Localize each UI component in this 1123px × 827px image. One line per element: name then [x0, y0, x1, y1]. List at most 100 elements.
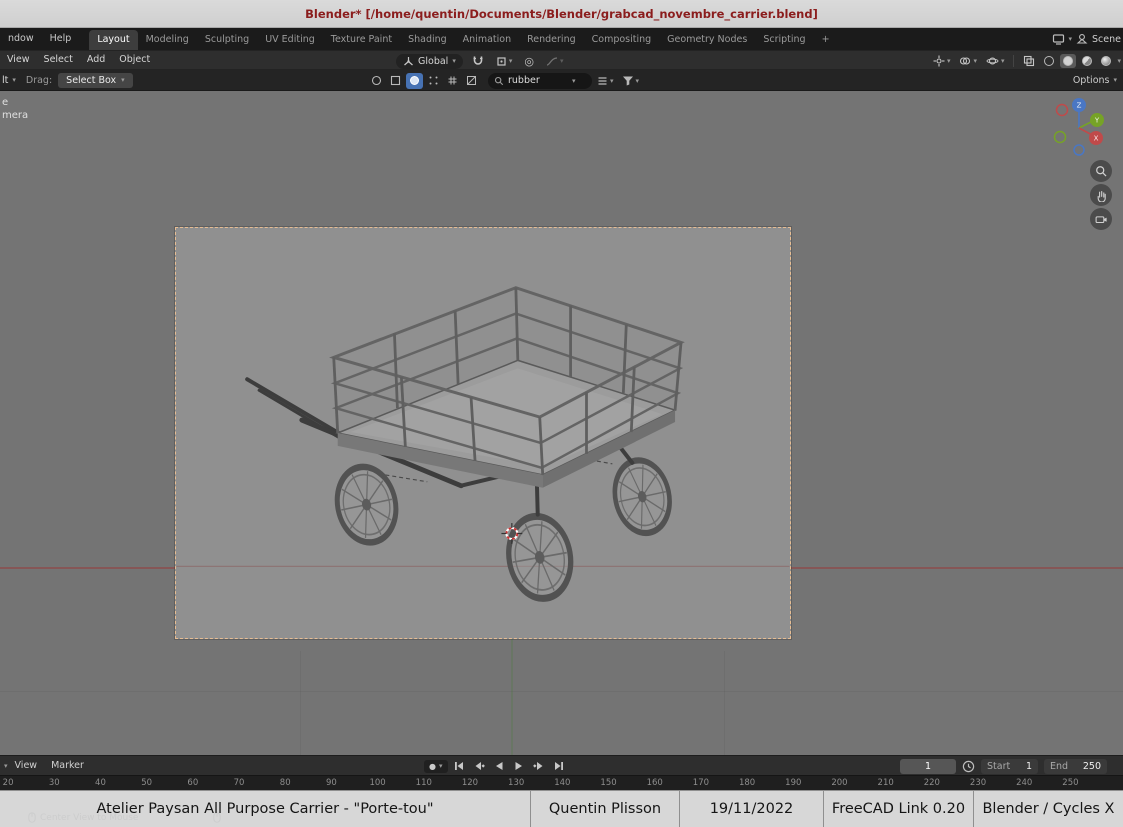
chevron-down-icon: ▾: [509, 57, 513, 65]
workspace-tab[interactable]: UV Editing: [257, 30, 323, 50]
search-field[interactable]: ▾: [488, 73, 592, 89]
play-reverse-icon: [493, 760, 505, 772]
material-preview-dropdown[interactable]: ▾: [983, 53, 1008, 69]
gizmo-icon: [933, 55, 945, 67]
toggle-cube-button[interactable]: [387, 73, 404, 89]
scene-selector[interactable]: ▾ Scene: [1052, 28, 1123, 50]
filter-dropdown[interactable]: ▾: [619, 73, 643, 88]
viewport-menu-item[interactable]: View: [0, 50, 37, 70]
tool-name-fragment[interactable]: lt: [2, 75, 8, 86]
toggle-active-sphere-button[interactable]: [406, 73, 423, 89]
play-button[interactable]: [511, 758, 528, 774]
topbar-menu-item[interactable]: Help: [42, 28, 80, 50]
hand-icon: [1094, 188, 1108, 202]
drag-label: Drag:: [26, 75, 52, 86]
ruler-frame-number: 230: [955, 776, 1001, 790]
jump-to-end-button[interactable]: [551, 758, 568, 774]
xray-toggle[interactable]: [1020, 53, 1038, 69]
timeline-menu-item[interactable]: View: [8, 756, 45, 776]
ruler-frame-numbers: 2030405060708090100110120130140150160170…: [0, 776, 1094, 790]
viewport-menu-item[interactable]: Add: [80, 50, 112, 70]
orientation-label: Global: [418, 56, 448, 67]
topbar-menu-item[interactable]: ndow: [0, 28, 42, 50]
navigation-gizmo[interactable]: Z Y X: [1040, 91, 1110, 161]
toggle-grid-button[interactable]: [444, 73, 461, 89]
proportional-falloff-dropdown[interactable]: ▾: [543, 54, 567, 69]
camera-frame[interactable]: [175, 227, 791, 639]
camera-view-button[interactable]: [1090, 208, 1112, 230]
shading-material-button[interactable]: [1079, 54, 1095, 68]
snap-toggle-button[interactable]: [469, 53, 487, 69]
search-input[interactable]: [508, 75, 568, 86]
workspace-tab[interactable]: Sculpting: [197, 30, 257, 50]
play-reverse-button[interactable]: [491, 758, 508, 774]
title-block-date: 19/11/2022: [680, 791, 824, 827]
magnet-icon: [472, 55, 484, 67]
timeline-ruler[interactable]: 2030405060708090100110120130140150160170…: [0, 775, 1123, 790]
scene-name: Scene: [1092, 34, 1121, 45]
timeline-menu-item[interactable]: Marker: [44, 756, 91, 776]
select-mode-dropdown[interactable]: Select Box ▾: [58, 73, 133, 88]
current-frame-field[interactable]: 1: [900, 759, 956, 774]
chevron-down-icon: ▾: [121, 76, 125, 84]
shading-solid-button[interactable]: [1060, 54, 1076, 68]
clock-icon[interactable]: [962, 760, 975, 773]
viewport-3d[interactable]: e mera: [0, 91, 1123, 755]
jump-start-icon: [453, 760, 465, 772]
workspace-tab[interactable]: Geometry Nodes: [659, 30, 755, 50]
overlays-dropdown[interactable]: ▾: [956, 53, 980, 69]
xray-icon: [1023, 55, 1035, 67]
auto-keying-button[interactable]: ● ▾: [424, 760, 448, 773]
workspace-tab[interactable]: Modeling: [138, 30, 197, 50]
workspace-tab[interactable]: Compositing: [584, 30, 660, 50]
snap-settings-dropdown[interactable]: ▾: [493, 54, 516, 69]
toggle-lattice-button[interactable]: [425, 73, 442, 89]
overlays-icon: [959, 55, 971, 67]
next-keyframe-button[interactable]: [531, 758, 548, 774]
workspace-tab[interactable]: Rendering: [519, 30, 584, 50]
pan-button[interactable]: [1090, 184, 1112, 206]
toggle-sphere-button[interactable]: [368, 73, 385, 89]
toggle-grid2-button[interactable]: [463, 73, 480, 89]
zoom-button[interactable]: [1090, 160, 1112, 182]
camera-icon: [1094, 212, 1108, 226]
title-block-table: Atelier Paysan All Purpose Carrier - "Po…: [0, 790, 1123, 827]
workspace-tab[interactable]: Shading: [400, 30, 455, 50]
viewport-menu-item[interactable]: Select: [37, 50, 80, 70]
ruler-frame-number: 20: [0, 776, 31, 790]
options-dropdown[interactable]: Options ▾: [1073, 75, 1117, 86]
workspace-tab[interactable]: Layout: [89, 30, 137, 50]
timeline-menus: ViewMarker: [8, 756, 91, 776]
gizmos-dropdown[interactable]: ▾: [930, 53, 954, 69]
jump-end-icon: [553, 760, 565, 772]
workspace-tab[interactable]: Scripting: [755, 30, 813, 50]
workspace-tab[interactable]: Texture Paint: [323, 30, 400, 50]
proportional-editing-toggle[interactable]: ◎: [521, 53, 537, 70]
previous-keyframe-button[interactable]: [471, 758, 488, 774]
sphere-icon: [371, 75, 382, 86]
svg-text:Z: Z: [1077, 102, 1082, 110]
solid-ball-icon: [1063, 56, 1073, 66]
sphere-ring-icon: [986, 55, 999, 67]
tool-settings-center: ▾ ▾ ▾: [368, 70, 642, 91]
material-ball-icon: [1082, 56, 1092, 66]
viewport-menu-item[interactable]: Object: [112, 50, 157, 70]
shading-rendered-button[interactable]: [1098, 54, 1114, 68]
display-mode-dropdown[interactable]: ▾: [594, 74, 617, 88]
workspace-tab[interactable]: Animation: [455, 30, 519, 50]
start-frame-field[interactable]: Start 1: [981, 759, 1038, 774]
workspace-tab[interactable]: +: [814, 30, 838, 50]
transform-orientation-dropdown[interactable]: Global ▾: [396, 54, 463, 69]
chevron-down-icon: ▾: [636, 77, 640, 85]
axis-neg-x: [1057, 105, 1068, 116]
shading-wireframe-button[interactable]: [1041, 54, 1057, 68]
window-titlebar: Blender* [/home/quentin/Documents/Blende…: [0, 0, 1123, 28]
end-frame-field[interactable]: End 250: [1044, 759, 1107, 774]
grid-line: [0, 691, 1123, 692]
end-label: End: [1050, 761, 1068, 772]
blender-window: Blender* [/home/quentin/Documents/Blende…: [0, 0, 1123, 827]
cart-model: [176, 228, 790, 638]
jump-to-start-button[interactable]: [451, 758, 468, 774]
ruler-frame-number: 150: [585, 776, 631, 790]
ruler-frame-number: 80: [262, 776, 308, 790]
